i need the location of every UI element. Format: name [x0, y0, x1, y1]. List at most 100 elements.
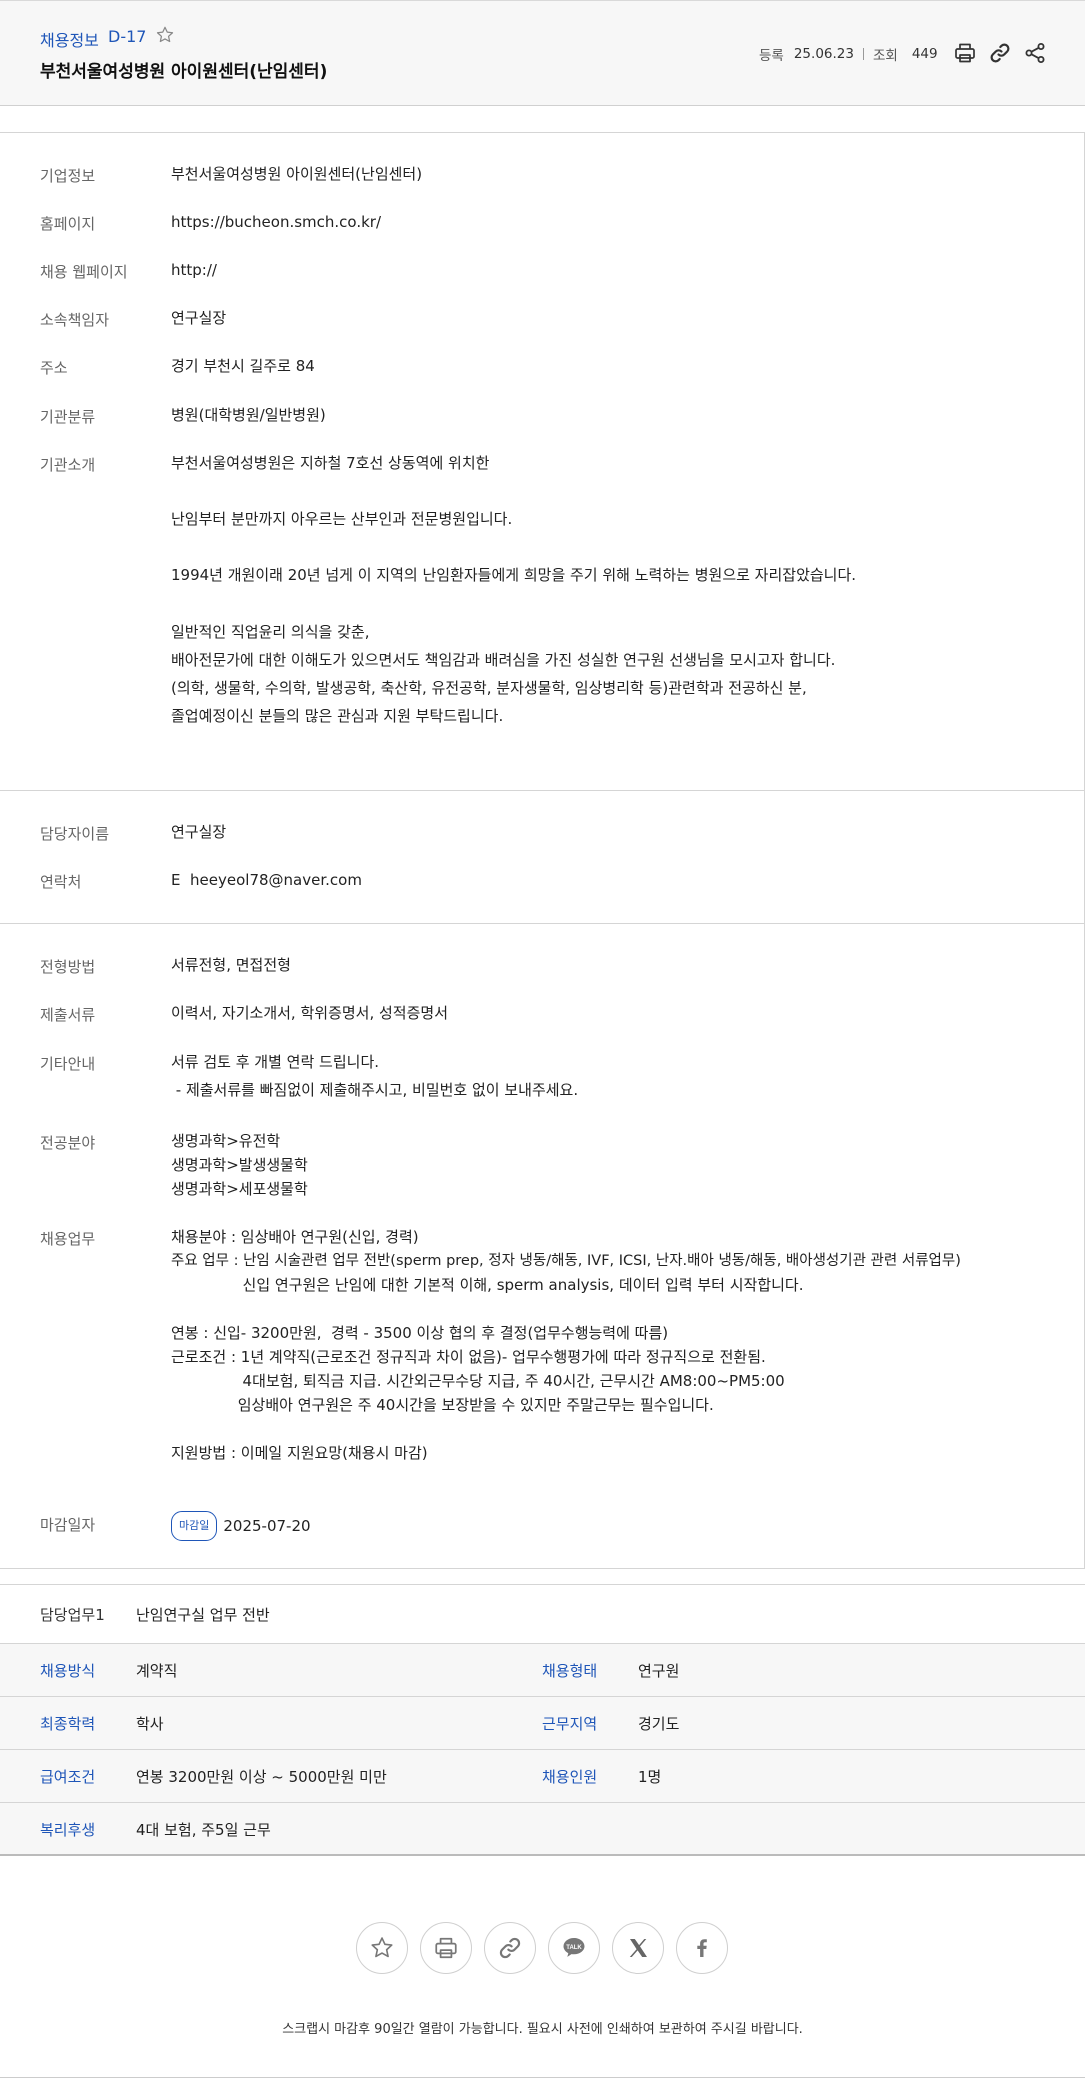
section-divider [0, 790, 1085, 791]
facebook-share-button[interactable] [676, 1922, 728, 1974]
summary-label: 복리후생 [40, 1821, 96, 1839]
intro-line: 졸업예정이신 분들의 많은 관심과 지원 부탁드립니다. [171, 707, 504, 725]
manager-value: 연구실장 [171, 309, 227, 327]
contact-label: 연락처 [40, 873, 82, 891]
etc-line: - 제출서류를 빠짐없이 제출해주시고, 비밀번호 없이 보내주세요. [171, 1081, 579, 1099]
view-label: 조회 [872, 48, 898, 64]
intro-label: 기관소개 [40, 456, 96, 474]
duty1-label: 담당업무1 [40, 1606, 105, 1624]
duty-line: 주요 업무 : 난임 시술관련 업무 전반(sperm prep, 정자 냉동/… [171, 1253, 961, 1269]
summary-row: 복리후생 4대 보험, 주5일 근무 [0, 1803, 1085, 1856]
homepage-label: 홈페이지 [40, 215, 96, 233]
deadline-label: 마감일자 [40, 1516, 96, 1534]
detail-box: 기업정보 부천서울여성병원 아이원센터(난임센터) 홈페이지 https://b… [0, 132, 1085, 1569]
summary-row: 급여조건 연봉 3200만원 이상 ~ 5000만원 미만 채용인원 1명 [0, 1750, 1085, 1803]
scrap-notice: 스크랩시 마감후 90일간 열람이 가능합니다. 필요시 사전에 인쇄하여 보관… [282, 2022, 803, 2037]
star-icon[interactable] [155, 25, 175, 45]
meta-divider [862, 48, 864, 60]
summary-value: 계약직 [136, 1662, 178, 1680]
category-link[interactable]: 채용정보 [40, 27, 99, 51]
view-count: 449 [911, 46, 938, 62]
summary-row-duty: 담당업무1 난임연구실 업무 전반 [0, 1584, 1085, 1644]
homepage-link[interactable]: https://bucheon.smch.co.kr/ [171, 210, 381, 234]
summary-value: 학사 [136, 1715, 164, 1733]
post-meta: 등록 25.06.23 조회 449 [759, 44, 938, 64]
intro-line: 일반적인 직업윤리 의식을 갖춘, [171, 623, 370, 641]
scrap-button[interactable] [356, 1922, 408, 1974]
intro-line: 난임부터 분만까지 아우르는 산부인과 전문병원입니다. [171, 510, 513, 528]
duty-line: 임상배아 연구원은 주 40시간을 보장받을 수 있지만 주말근무는 필수입니다… [171, 1396, 714, 1414]
company-label: 기업정보 [40, 167, 96, 185]
manager-label: 소속책임자 [40, 311, 110, 329]
link-icon[interactable] [988, 41, 1012, 65]
org-type-value: 병원(대학병원/일반병원) [171, 406, 326, 424]
x-share-button[interactable] [612, 1922, 664, 1974]
duty-line: 지원방법 : 이메일 지원요망(채용시 마감) [171, 1444, 428, 1462]
summary-label: 근무지역 [542, 1715, 598, 1733]
copy-link-button[interactable] [484, 1922, 536, 1974]
share-icon[interactable] [1023, 41, 1047, 65]
summary-label: 채용방식 [40, 1662, 96, 1680]
dday-badge: D-17 [108, 27, 147, 46]
bottom-divider [0, 2077, 1085, 2078]
etc-line: 서류 검토 후 개별 연락 드립니다. [171, 1053, 380, 1071]
contact-email-row: E heeyeol78@naver.com [171, 868, 362, 892]
duty-line: 채용분야 : 임상배아 연구원(신입, 경력) [171, 1228, 419, 1246]
email-prefix: E [171, 871, 181, 889]
intro-line: (의학, 생물학, 수의학, 발생공학, 축산학, 유전공학, 분자생물학, 임… [171, 679, 807, 697]
summary-value: 4대 보험, 주5일 근무 [136, 1821, 271, 1839]
summary-label: 채용인원 [542, 1768, 598, 1786]
method-value: 서류전형, 면접전형 [171, 956, 291, 974]
major-item: 생명과학>발생생물학 [171, 1156, 308, 1174]
duty-line: 4대보험, 퇴직금 지급. 시간외근무수당 지급, 주 40시간, 근무시간 A… [171, 1372, 785, 1390]
summary-value: 1명 [638, 1768, 662, 1786]
summary-row: 최종학력 학사 근무지역 경기도 [0, 1697, 1085, 1750]
intro-line: 부천서울여성병원은 지하철 7호선 상동역에 위치한 [171, 454, 490, 472]
duty1-value: 난임연구실 업무 전반 [136, 1606, 270, 1624]
intro-line: 배아전문가에 대한 이해도가 있으면서도 책임감과 배려심을 가진 성실한 연구… [171, 651, 836, 669]
x-icon [629, 1939, 647, 1957]
contact-name-label: 담당자이름 [40, 825, 110, 843]
summary-value: 연봉 3200만원 이상 ~ 5000만원 미만 [136, 1768, 387, 1786]
docs-value: 이력서, 자기소개서, 학위증명서, 성적증명서 [171, 1004, 449, 1022]
print-icon [435, 1937, 457, 1959]
recruit-web-label: 채용 웹페이지 [40, 263, 128, 281]
star-icon [371, 1937, 393, 1958]
summary-label: 급여조건 [40, 1768, 96, 1786]
deadline-row: 마감일 2025-07-20 [171, 1511, 311, 1541]
company-value: 부천서울여성병원 아이원센터(난임센터) [171, 165, 423, 183]
major-item: 생명과학>유전학 [171, 1132, 281, 1150]
deadline-value: 2025-07-20 [223, 1517, 311, 1535]
print-icon[interactable] [953, 41, 977, 65]
etc-label: 기타안내 [40, 1055, 96, 1073]
recruit-web-link[interactable]: http:// [171, 258, 217, 282]
section-divider [0, 923, 1085, 924]
facebook-icon [697, 1939, 707, 1957]
duty-label: 채용업무 [40, 1230, 96, 1248]
reg-date: 25.06.23 [793, 46, 854, 62]
email-link[interactable]: heeyeol78@naver.com [190, 871, 362, 889]
org-type-label: 기관분류 [40, 408, 96, 426]
kakaotalk-icon: TALK [563, 1938, 585, 1957]
summary-label: 최종학력 [40, 1715, 96, 1733]
summary-value: 경기도 [638, 1715, 680, 1733]
job-posting-page: 채용정보 D-17 부천서울여성병원 아이원센터(난임센터) 등록 25.06.… [0, 0, 1085, 2079]
print-button[interactable] [420, 1922, 472, 1974]
posting-header: 채용정보 D-17 부천서울여성병원 아이원센터(난임센터) 등록 25.06.… [0, 0, 1085, 106]
page-title: 부천서울여성병원 아이원센터(난임센터) [40, 62, 328, 82]
deadline-badge: 마감일 [171, 1511, 218, 1541]
duty-line: 연봉 : 신입- 3200만원, 경력 - 3500 이상 협의 후 결정(업무… [171, 1324, 669, 1342]
kakaotalk-share-button[interactable]: TALK [548, 1922, 600, 1974]
duty-line: 근로조건 : 1년 계약직(근로조건 정규직과 차이 없음)- 업무수행평가에 … [171, 1348, 766, 1366]
major-label: 전공분야 [40, 1134, 96, 1152]
kakao-text: TALK [566, 1945, 582, 1951]
summary-label: 채용형태 [542, 1662, 598, 1680]
address-value: 경기 부천시 길주로 84 [171, 357, 315, 375]
duty-line: 신입 연구원은 난임에 대한 기본적 이해, sperm analysis, 데… [171, 1276, 804, 1294]
address-label: 주소 [40, 359, 68, 377]
docs-label: 제출서류 [40, 1006, 96, 1024]
method-label: 전형방법 [40, 958, 96, 976]
major-item: 생명과학>세포생물학 [171, 1180, 308, 1198]
contact-name-value: 연구실장 [171, 823, 227, 841]
intro-line: 1994년 개원이래 20년 넘게 이 지역의 난임환자들에게 희망을 주기 위… [171, 566, 857, 584]
